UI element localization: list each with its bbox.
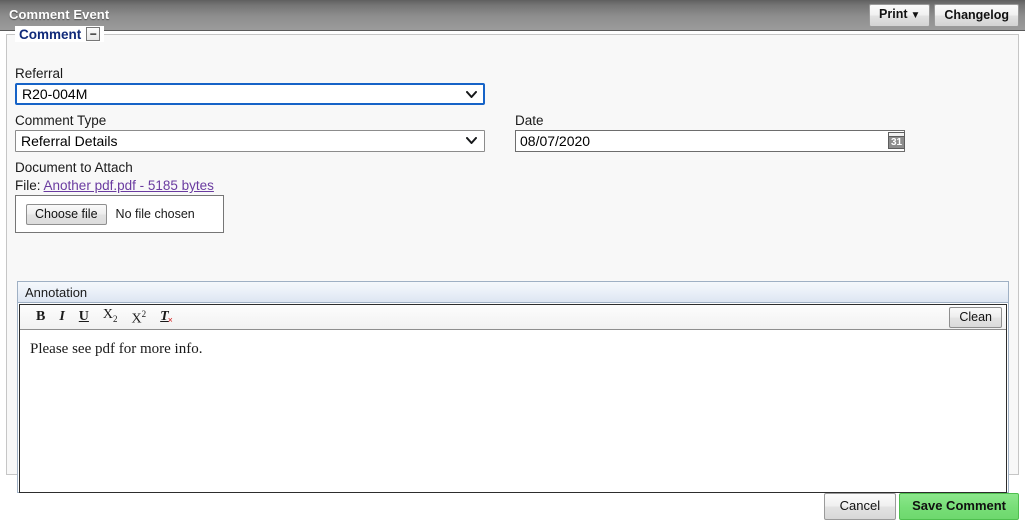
print-button-label: Print xyxy=(879,7,908,21)
superscript-mark: 2 xyxy=(141,309,147,320)
annotation-text-area[interactable]: Please see pdf for more info. xyxy=(20,331,1006,492)
superscript-icon[interactable]: X2 xyxy=(132,306,147,328)
underline-icon[interactable]: U xyxy=(79,309,89,325)
titlebar-button-group: Print ▼ Changelog xyxy=(869,4,1019,27)
subscript-icon[interactable]: X2 xyxy=(103,307,118,327)
comment-type-label: Comment Type xyxy=(15,113,107,128)
comment-type-select[interactable]: Referral Details xyxy=(15,130,485,152)
date-label: Date xyxy=(515,113,544,128)
collapse-minus-icon[interactable]: − xyxy=(86,27,101,41)
referral-select[interactable]: R20-004M xyxy=(15,83,485,105)
file-prefix-label: File: xyxy=(15,178,41,193)
annotation-editor-toolbar: B I U X2 X2 T× Clean xyxy=(20,305,1006,330)
attached-file-link[interactable]: Another pdf.pdf - 5185 bytes xyxy=(44,178,214,193)
cancel-button[interactable]: Cancel xyxy=(823,493,897,520)
comment-fieldset: Comment − Referral R20-004M Comment Type… xyxy=(6,26,1019,493)
annotation-panel: Annotation B I U X2 X2 T× Clean Please s… xyxy=(17,281,1009,493)
italic-icon[interactable]: I xyxy=(59,309,64,325)
no-file-chosen-label: No file chosen xyxy=(115,207,195,221)
annotation-panel-header: Annotation xyxy=(18,282,1008,303)
annotation-editor: B I U X2 X2 T× Clean Please see pdf for … xyxy=(19,304,1007,493)
calendar-icon[interactable]: 31 xyxy=(888,132,905,149)
remove-format-x-mark: × xyxy=(167,315,173,325)
referral-label: Referral xyxy=(15,66,64,81)
subscript-mark: 2 xyxy=(113,313,118,324)
print-button[interactable]: Print ▼ xyxy=(869,4,931,27)
document-to-attach-label: Document to Attach xyxy=(15,160,133,175)
clean-button[interactable]: Clean xyxy=(949,307,1002,328)
remove-format-icon[interactable]: T× xyxy=(160,309,174,325)
window-titlebar: Comment Event Print ▼ Changelog xyxy=(0,0,1025,31)
comment-event-page: Comment Event Print ▼ Changelog Comment −… xyxy=(0,0,1025,520)
superscript-base: X xyxy=(131,311,142,327)
save-comment-button[interactable]: Save Comment xyxy=(899,493,1019,520)
annotation-text: Please see pdf for more info. xyxy=(30,341,203,357)
chevron-down-icon: ▼ xyxy=(910,10,921,21)
calendar-icon-day: 31 xyxy=(890,137,903,148)
file-input-box[interactable]: Choose file No file chosen xyxy=(15,195,224,233)
fieldset-legend: Comment − xyxy=(15,26,105,42)
attached-file-line: File: Another pdf.pdf - 5185 bytes xyxy=(15,178,214,193)
page-title: Comment Event xyxy=(9,7,110,22)
choose-file-button[interactable]: Choose file xyxy=(26,203,107,225)
changelog-button[interactable]: Changelog xyxy=(934,4,1019,27)
date-input[interactable] xyxy=(515,130,905,152)
subscript-base: X xyxy=(102,307,114,323)
footer-button-group: Cancel Save Comment xyxy=(823,493,1019,520)
fieldset-legend-label: Comment xyxy=(19,26,82,42)
bold-icon[interactable]: B xyxy=(36,309,45,325)
annotation-panel-title: Annotation xyxy=(25,284,88,300)
